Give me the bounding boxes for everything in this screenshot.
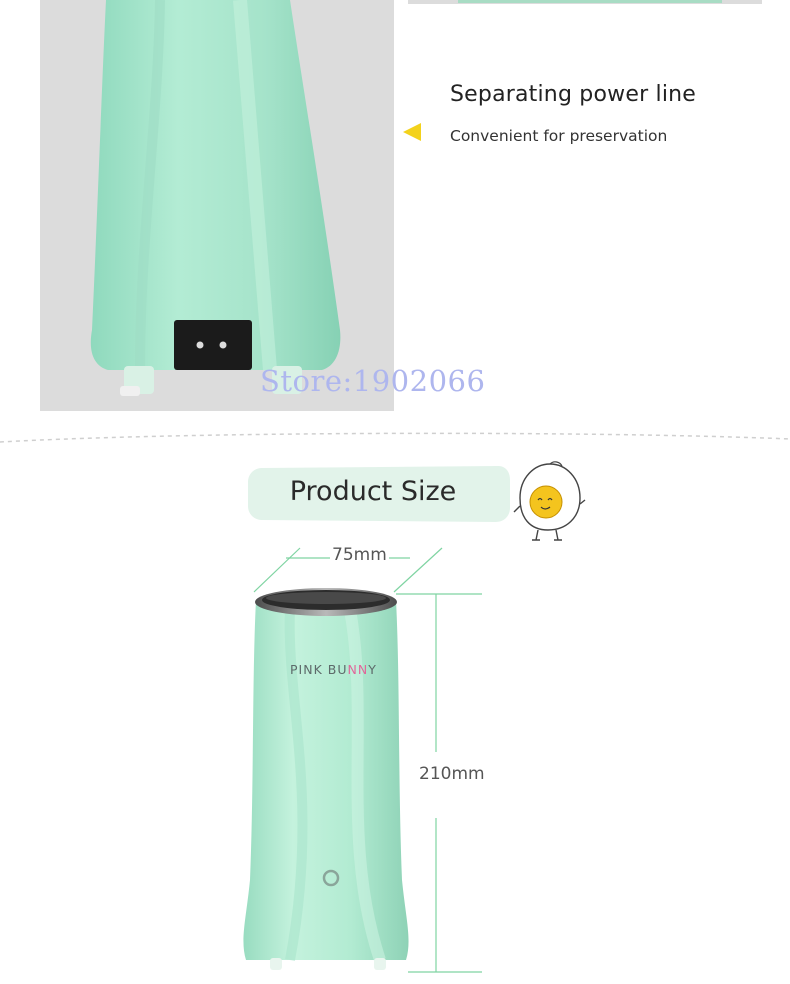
width-dimension-label: 75mm	[330, 545, 389, 565]
dimension-lines	[230, 540, 510, 980]
size-title: Product Size	[289, 476, 457, 507]
section-divider	[0, 425, 790, 455]
power-socket-icon	[174, 320, 252, 370]
height-dimension-label: 210mm	[417, 764, 487, 784]
feature-title: Separating power line	[450, 82, 697, 107]
power-socket-photo	[40, 0, 394, 411]
top-right-image-edge	[408, 0, 762, 4]
store-watermark: Store:1902066	[260, 364, 486, 398]
feature-subtitle: Convenient for preservation	[450, 127, 668, 145]
triangle-left-icon	[403, 123, 423, 141]
egg-mascot-icon	[510, 460, 586, 542]
